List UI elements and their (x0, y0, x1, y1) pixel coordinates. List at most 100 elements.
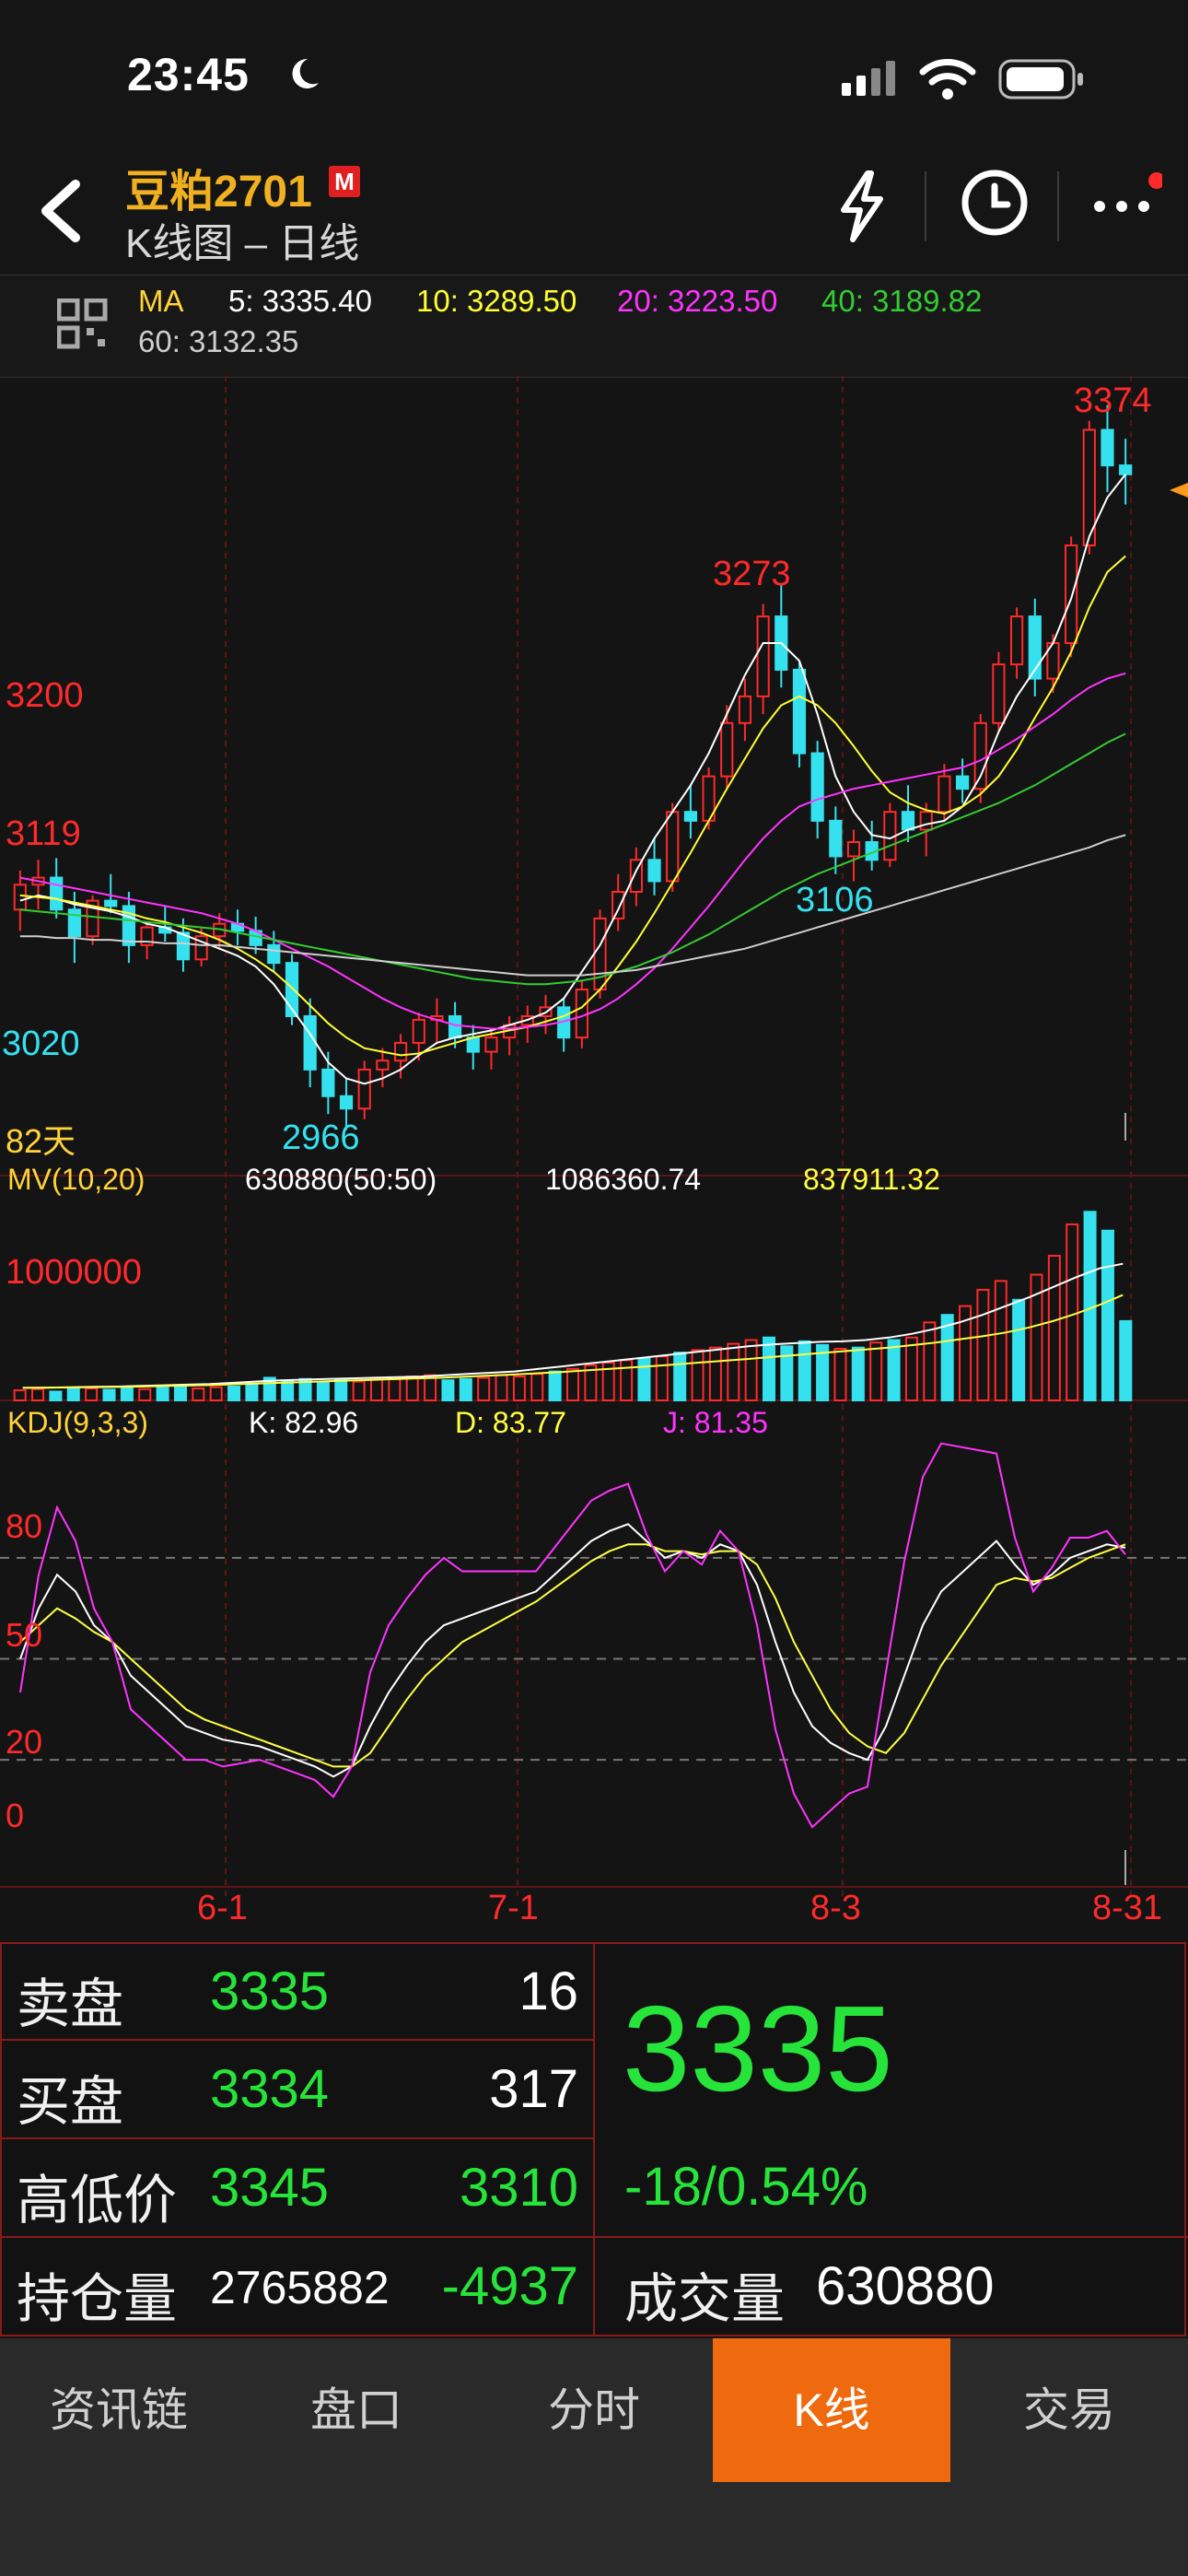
days-label: 82天 (6, 1122, 76, 1160)
volume-bar (887, 1339, 901, 1402)
annotation-trough: 3106 (796, 881, 874, 919)
candle-body (357, 1068, 371, 1110)
volume-bar (102, 1388, 116, 1402)
annotation-high: 3374 (1074, 381, 1152, 420)
tab-order-book[interactable]: 盘口 (238, 2338, 475, 2482)
kdj-line-k (19, 1523, 1126, 1778)
ma5-value: 5: 3335.40 (228, 284, 372, 318)
volume-panel (13, 1211, 1133, 1402)
candle-body (339, 1095, 354, 1110)
quote-grid (0, 1942, 1188, 2336)
volume-bar (620, 1359, 634, 1402)
volume-bar (780, 1345, 794, 1401)
signal-icon (842, 61, 895, 96)
volume-bar (1119, 1319, 1133, 1402)
last-price: 3335 (623, 1981, 893, 2116)
candle-body (955, 775, 970, 790)
candle-body (376, 1060, 390, 1071)
volume-bar (637, 1357, 651, 1402)
mv-ma10: 1086360.74 (545, 1163, 702, 1196)
kdj-line-j (19, 1442, 1126, 1829)
volume-bar (245, 1383, 259, 1401)
price-label-3020: 3020 (2, 1025, 80, 1063)
tab-news-chain[interactable]: 资讯链 (0, 2338, 238, 2482)
candle-body (810, 752, 824, 822)
volume-bar (138, 1388, 152, 1402)
kdj-tick-20: 20 (6, 1723, 43, 1761)
volume-bar (173, 1384, 187, 1402)
candle-body (611, 891, 625, 919)
volume-bar (405, 1376, 419, 1401)
volume-bar (477, 1376, 491, 1402)
volume-bar (833, 1348, 847, 1402)
candle-body (1119, 464, 1133, 475)
ma-label: MA (138, 284, 184, 318)
status-time: 23:45 (127, 49, 250, 100)
volume-bar (565, 1367, 580, 1401)
x-tick-8-31: 8-31 (1092, 1889, 1163, 1927)
clock-icon[interactable] (958, 166, 1031, 240)
volume-bar (512, 1376, 526, 1401)
open-interest: 2765882 (210, 2262, 390, 2313)
volume-bar (673, 1352, 687, 1402)
lightning-icon[interactable] (834, 170, 890, 243)
chart-subtitle: K线图 – 日线 (125, 221, 360, 266)
candle-body (792, 668, 807, 755)
open-interest-change: -4937 (441, 2256, 578, 2316)
candle-body (919, 811, 933, 831)
market-badge: M (329, 166, 360, 197)
high-low-label: 高低价 (17, 2171, 178, 2231)
more-icon[interactable] (1092, 168, 1162, 238)
kdj-line-d (19, 1543, 1126, 1768)
candle-body (973, 721, 987, 790)
volume-bar (13, 1389, 27, 1402)
candle-body (992, 663, 1006, 724)
wifi-icon (919, 59, 976, 100)
volume-bar (691, 1349, 705, 1401)
tab-kline[interactable]: K线 (713, 2338, 950, 2482)
volume-bar (31, 1388, 45, 1402)
back-arrow-icon[interactable] (35, 179, 85, 243)
tab-intraday[interactable]: 分时 (475, 2338, 713, 2482)
kdj-tick-50: 50 (6, 1616, 43, 1654)
moon-icon (292, 58, 319, 88)
candle-body (756, 615, 770, 697)
qr-grid-icon[interactable] (57, 299, 109, 350)
volume-bar (994, 1280, 1007, 1402)
kdj-d: D: 83.77 (455, 1406, 566, 1439)
tab-trade[interactable]: 交易 (950, 2338, 1188, 2482)
volume-bar (904, 1336, 918, 1401)
x-tick-7-1: 7-1 (488, 1889, 539, 1927)
candle-body (484, 1036, 498, 1053)
ma40-value: 40: 3189.82 (821, 284, 983, 318)
candle-body (901, 811, 915, 831)
candle-body (1065, 544, 1078, 644)
ask-price: 3335 (210, 1961, 330, 2021)
volume-bar (66, 1387, 80, 1401)
kline-chart[interactable] (0, 376, 1188, 1942)
x-tick-6-1: 6-1 (197, 1889, 248, 1927)
volume-value: 630880 (816, 2256, 995, 2316)
volume-bar (1066, 1223, 1079, 1401)
bid-volume: 317 (489, 2059, 578, 2119)
volume-label: 成交量 (624, 2269, 786, 2329)
bid-price: 3334 (210, 2059, 330, 2119)
mv-volume: 630880(50:50) (245, 1163, 437, 1196)
candle-body (1009, 615, 1024, 666)
candle-body (393, 1041, 408, 1062)
header-divider (1057, 171, 1059, 241)
candle-body (829, 819, 843, 858)
candle-body (938, 775, 951, 814)
candle-body (104, 899, 118, 907)
candle-body (13, 884, 27, 911)
volume-bar (851, 1346, 865, 1402)
ask-label: 卖盘 (17, 1974, 124, 2034)
candle-body (321, 1068, 335, 1097)
kdj-k: K: 82.96 (249, 1406, 359, 1439)
chart-grid (0, 376, 1188, 1896)
low-price: 3310 (459, 2158, 578, 2218)
candle-body (720, 721, 734, 778)
ask-volume: 16 (518, 1961, 578, 2021)
candle-body (1101, 428, 1114, 467)
volume-bar (49, 1390, 63, 1401)
